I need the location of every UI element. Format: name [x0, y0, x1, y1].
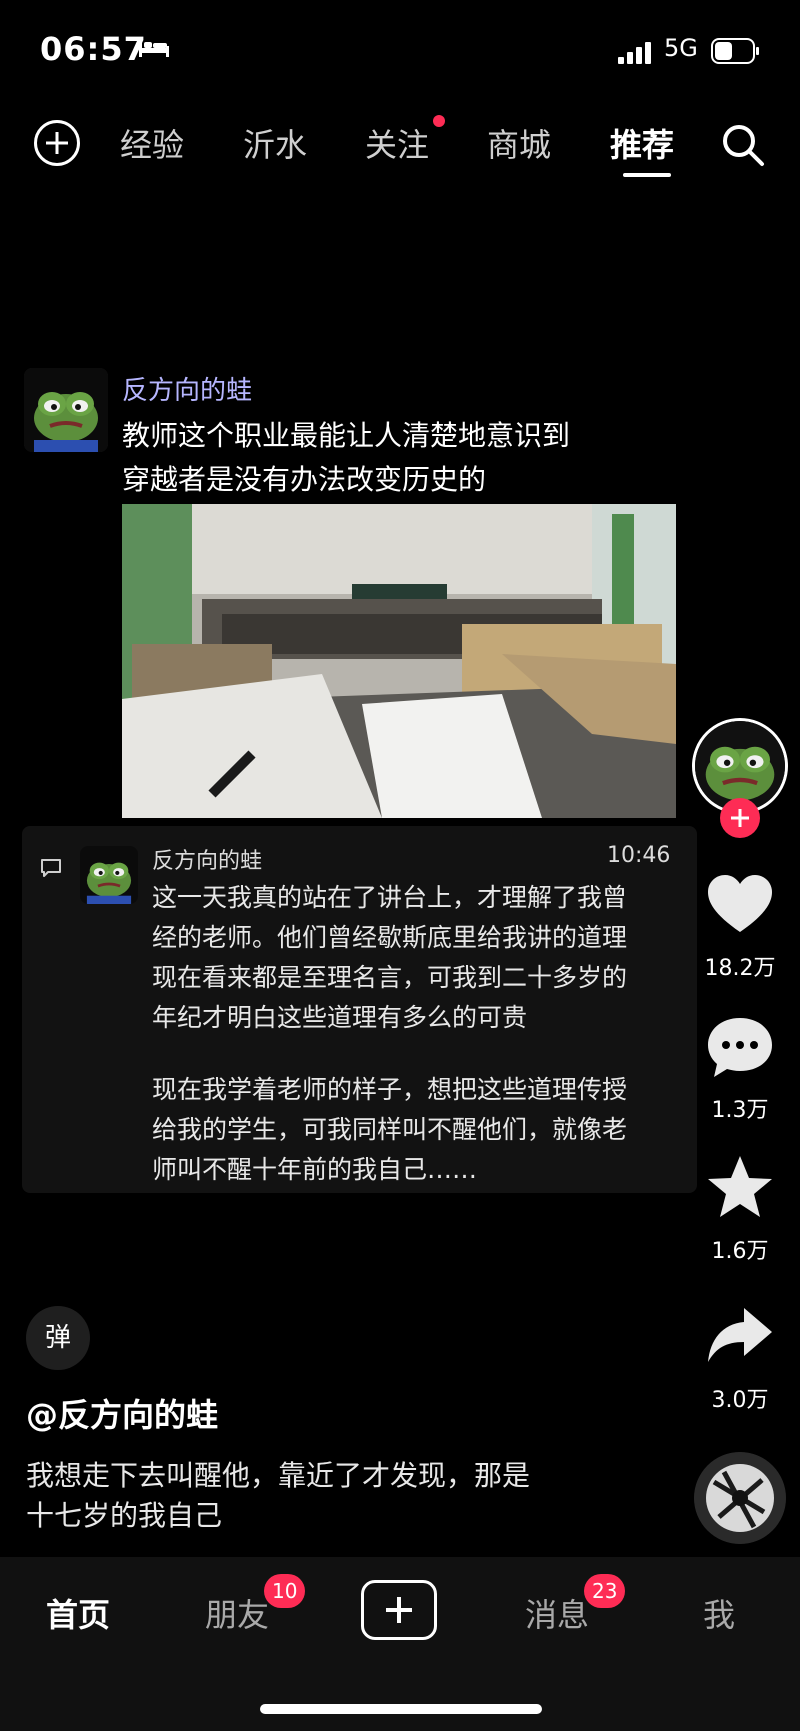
favorite-star-icon[interactable] [704, 1152, 776, 1224]
frog-avatar-icon [24, 368, 108, 452]
frog-avatar-icon [80, 846, 138, 904]
video-author[interactable]: @反方向的蛙 [26, 1390, 218, 1436]
tab-recommended[interactable]: 推荐 [610, 120, 674, 166]
post-username[interactable]: 反方向的蛙 [122, 370, 252, 407]
danmu-toggle-button[interactable]: 弹 [26, 1306, 90, 1370]
music-disc-icon [694, 1452, 786, 1544]
favorite-count: 1.6万 [711, 1239, 769, 1264]
like-heart-icon[interactable] [704, 870, 776, 942]
tab-mall[interactable]: 商城 [487, 120, 551, 166]
create-post-button[interactable] [361, 1580, 437, 1640]
tab-friends[interactable]: 朋友 [205, 1590, 269, 1636]
battery-icon [711, 38, 759, 64]
home-indicator[interactable] [260, 1704, 542, 1714]
comment-icon[interactable] [704, 1012, 776, 1084]
network-type: 5G [664, 34, 698, 62]
comment-time: 10:46 [607, 843, 671, 868]
comment-text-line: 这一天我真的站在了讲台上，才理解了我曾 [152, 883, 628, 912]
comment-text-line: 年纪才明白这些道理有多么的可贵 [152, 1003, 528, 1032]
comment-text-line: 现在我学着老师的样子，想把这些道理传授 [152, 1075, 628, 1104]
comment-text-line: 师叫不醒十年前的我自己…… [152, 1155, 478, 1184]
comment-text-line: 经的老师。他们曾经歇斯底里给我讲的道理 [152, 923, 628, 952]
tab-me[interactable]: 我 [703, 1590, 735, 1636]
tab-following[interactable]: 关注 [365, 120, 429, 166]
comment-text-line: 现在看来都是至理名言，可我到二十多岁的 [152, 963, 628, 992]
video-caption-line: 十七岁的我自己 [26, 1499, 223, 1532]
active-tab-indicator [623, 173, 671, 177]
follow-plus-button[interactable] [720, 798, 760, 838]
tab-home[interactable]: 首页 [46, 1590, 110, 1636]
messages-badge: 23 [584, 1574, 626, 1608]
status-bar: 06:57 5G [0, 0, 800, 100]
notification-dot [433, 115, 445, 127]
sleep-mode-icon [139, 40, 169, 57]
video-caption-line: 我想走下去叫醒他，靠近了才发现，那是 [26, 1459, 531, 1492]
like-count: 18.2万 [704, 956, 776, 981]
comment-text-line: 给我的学生，可我同样叫不醒他们，就像老 [152, 1115, 628, 1144]
comment-author-avatar[interactable] [80, 846, 138, 904]
post-text-line: 穿越者是没有办法改变历史的 [122, 463, 487, 496]
comment-bubble-icon [41, 859, 61, 877]
tab-yishui[interactable]: 沂水 [243, 120, 307, 166]
post-photo-classroom[interactable] [122, 504, 676, 818]
tab-messages[interactable]: 消息 [525, 1590, 589, 1636]
signal-icon [618, 42, 651, 64]
status-time: 06:57 [40, 30, 147, 68]
music-disc[interactable] [694, 1452, 786, 1544]
post-text-line: 教师这个职业最能让人清楚地意识到 [122, 419, 571, 452]
comment-username[interactable]: 反方向的蛙 [152, 843, 262, 875]
friends-badge: 10 [264, 1574, 306, 1608]
tab-jingyan[interactable]: 经验 [120, 120, 184, 166]
comment-count: 1.3万 [711, 1098, 769, 1123]
classroom-image [122, 504, 676, 818]
post-author-avatar[interactable] [24, 368, 108, 452]
share-count: 3.0万 [711, 1388, 769, 1413]
search-icon[interactable] [720, 122, 766, 168]
add-circle-icon[interactable] [34, 120, 80, 166]
share-arrow-icon[interactable] [704, 1300, 776, 1372]
